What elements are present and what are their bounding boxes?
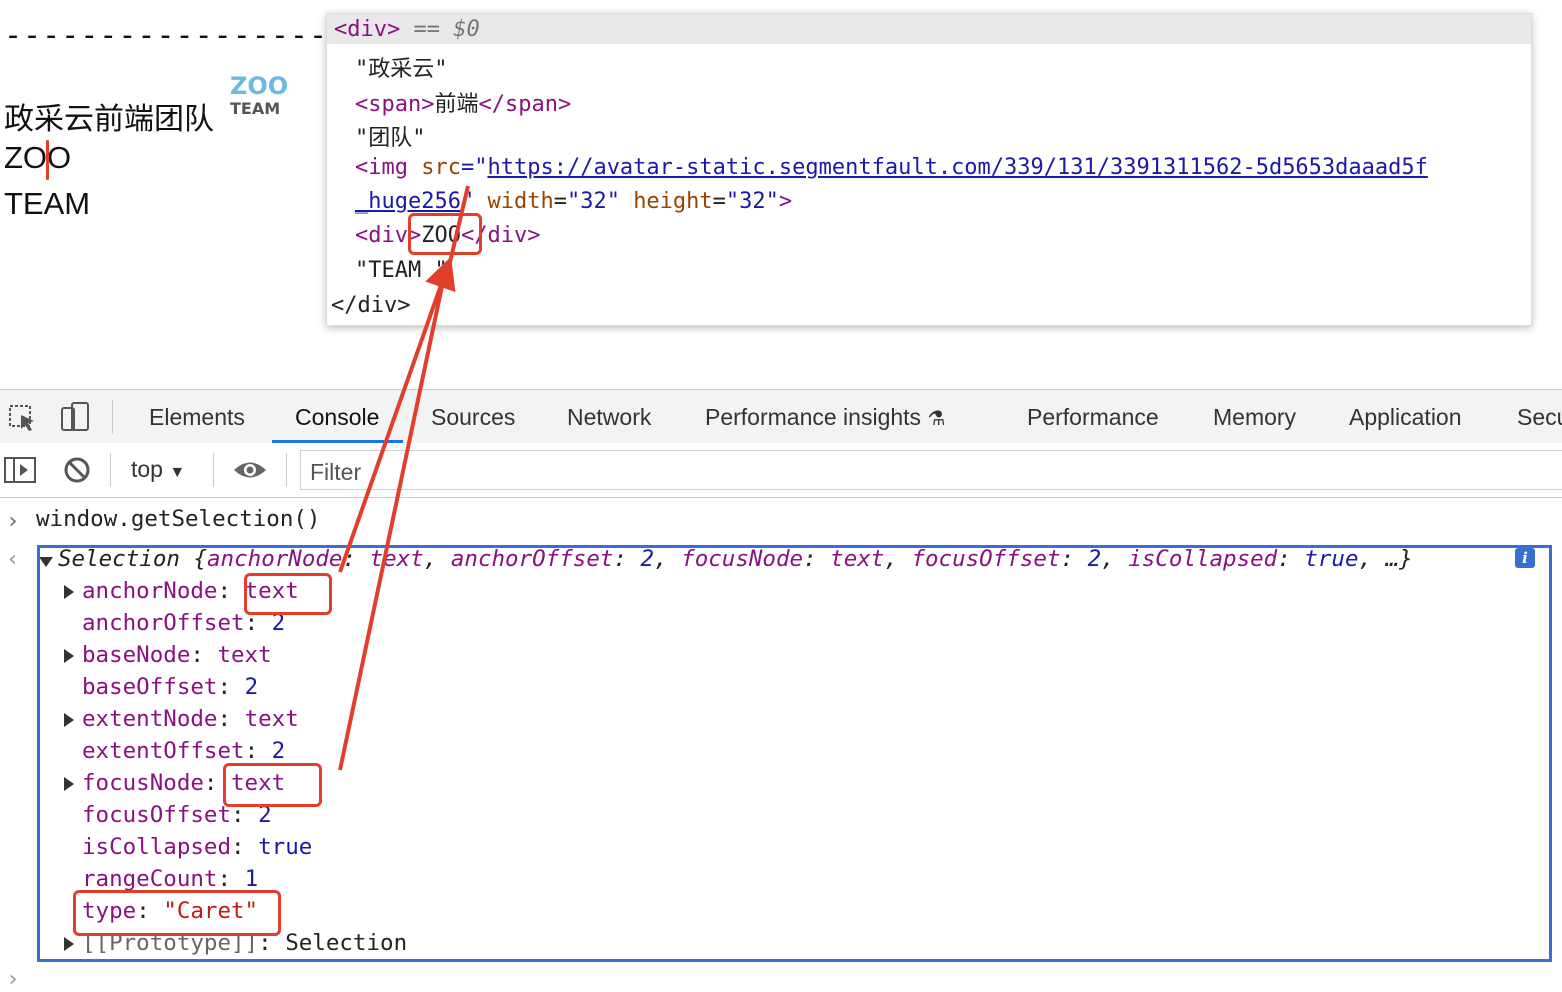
tab-performance-insights[interactable]: Performance insights ⚗: [705, 404, 945, 431]
toolbar-divider: [110, 453, 111, 487]
tab-performance[interactable]: Performance: [1027, 404, 1159, 431]
flask-icon: ⚗: [927, 408, 946, 430]
dom-line-text-3[interactable]: "TEAM ": [355, 258, 448, 283]
live-expression-eye-icon[interactable]: [232, 459, 268, 481]
img-src-link: https://avatar-static.segmentfault.com/3…: [487, 155, 1428, 180]
tab-elements[interactable]: Elements: [149, 404, 245, 431]
dom-line-text-2[interactable]: "团队": [355, 120, 426, 152]
dom-line-img-cont[interactable]: _huge256" width="32" height="32">: [355, 189, 792, 214]
focus-node-highlight-box: [223, 763, 322, 807]
page-heading-text[interactable]: 政采云前端团队: [4, 94, 214, 138]
elements-tree-popup: <div> == $0 "政采云" <span>前端</span> "团队" <…: [326, 13, 1532, 326]
anchor-node-highlight-box: [244, 573, 332, 615]
zoo-team-logo: ZOO TEAM: [230, 72, 288, 116]
console-input-line[interactable]: window.getSelection(): [36, 506, 320, 532]
tab-console[interactable]: Console: [295, 404, 379, 431]
input-prompt-icon: ›: [6, 508, 20, 534]
selected-node-highlight: [327, 14, 1531, 44]
context-selector[interactable]: top ▼: [131, 456, 185, 483]
dom-line-span[interactable]: <span>前端</span>: [355, 86, 571, 118]
dom-line-img[interactable]: <img src="https://avatar-static.segmentf…: [355, 155, 1428, 180]
toolbar-divider: [286, 453, 287, 487]
sidebar-toggle-icon[interactable]: [4, 457, 36, 483]
toolbar-divider: [213, 453, 214, 487]
dom-line-div-close[interactable]: </div>: [331, 293, 410, 318]
console-prompt-icon[interactable]: ›: [6, 966, 20, 992]
text-caret-marker: [46, 140, 49, 180]
page-zoo-text[interactable]: ZOO: [4, 140, 71, 176]
type-caret-highlight-box: [73, 890, 281, 936]
devtools-tab-bar: Elements Console Sources Network Perform…: [0, 389, 1562, 444]
dom-line-text-1[interactable]: "政采云": [355, 51, 448, 83]
logo-text-top: ZOO: [230, 72, 288, 100]
tab-security[interactable]: Secu: [1517, 404, 1562, 431]
tab-sources[interactable]: Sources: [431, 404, 515, 431]
filter-input[interactable]: Filter: [300, 450, 1562, 490]
dom-line-div-open[interactable]: <div> == $0: [334, 17, 480, 42]
toolbar-divider: [112, 400, 113, 434]
clear-console-icon[interactable]: [63, 456, 91, 484]
result-indicator-icon: ‹: [6, 546, 20, 572]
logo-text-bottom: TEAM: [230, 99, 280, 116]
tab-memory[interactable]: Memory: [1213, 404, 1296, 431]
zoo-node-highlight-box: [408, 213, 482, 255]
dropdown-arrow-icon: ▼: [169, 464, 186, 481]
console-toolbar: top ▼ Filter: [0, 443, 1562, 498]
inspect-element-icon[interactable]: [8, 403, 38, 433]
tab-application[interactable]: Application: [1349, 404, 1462, 431]
page-team-text[interactable]: TEAM: [4, 186, 90, 222]
tab-network[interactable]: Network: [567, 404, 651, 431]
device-toolbar-icon[interactable]: [58, 400, 92, 434]
